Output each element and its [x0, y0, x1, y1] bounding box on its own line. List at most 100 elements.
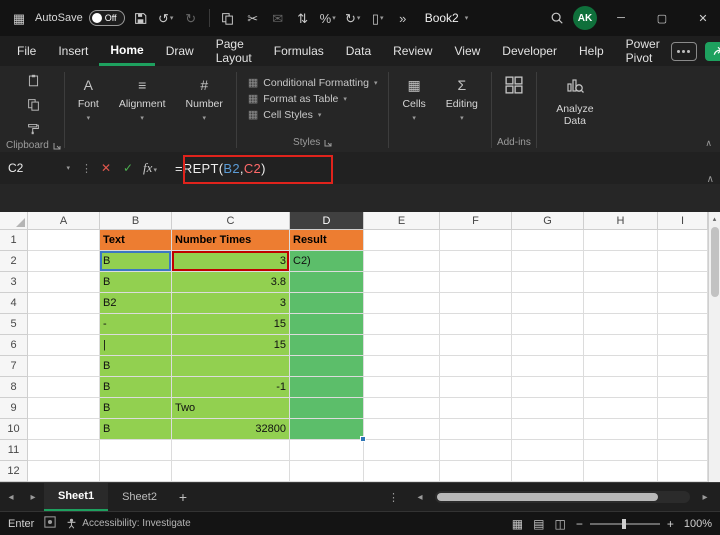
- editing-group-button[interactable]: Σ Editing ▾: [436, 70, 488, 150]
- cell-D7[interactable]: [290, 356, 364, 377]
- row-header-4[interactable]: 4: [0, 293, 28, 314]
- normal-view-icon[interactable]: ▦: [512, 517, 523, 531]
- hscroll-left-icon[interactable]: ◂: [409, 492, 431, 503]
- cell-I3[interactable]: [658, 272, 708, 293]
- cell-A2[interactable]: [28, 251, 100, 272]
- col-header-C[interactable]: C: [172, 212, 290, 230]
- zoom-slider[interactable]: [590, 523, 660, 525]
- cell-A6[interactable]: [28, 335, 100, 356]
- collapse-ribbon-icon[interactable]: ∧: [705, 138, 712, 149]
- cell-E9[interactable]: [364, 398, 440, 419]
- tab-power-pivot[interactable]: Power Pivot: [615, 36, 671, 66]
- row-header-7[interactable]: 7: [0, 356, 28, 377]
- cell-G12[interactable]: [512, 461, 584, 482]
- cell-styles-button[interactable]: ▦ Cell Styles ▾: [248, 108, 322, 121]
- cell-I4[interactable]: [658, 293, 708, 314]
- cell-I8[interactable]: [658, 377, 708, 398]
- cell-B1[interactable]: Text: [100, 230, 172, 251]
- vertical-scroll-thumb[interactable]: [711, 227, 719, 297]
- cell-A5[interactable]: [28, 314, 100, 335]
- col-header-F[interactable]: F: [440, 212, 512, 230]
- cell-H7[interactable]: [584, 356, 658, 377]
- cell-I12[interactable]: [658, 461, 708, 482]
- col-header-D[interactable]: D: [290, 212, 364, 230]
- macro-record-icon[interactable]: [44, 516, 56, 531]
- cell-E2[interactable]: [364, 251, 440, 272]
- row-header-1[interactable]: 1: [0, 230, 28, 251]
- cell-D3[interactable]: [290, 272, 364, 293]
- cell-B7[interactable]: B: [100, 356, 172, 377]
- add-sheet-button[interactable]: +: [171, 483, 195, 511]
- cell-H9[interactable]: [584, 398, 658, 419]
- cell-A7[interactable]: [28, 356, 100, 377]
- more-sheets-icon[interactable]: ⋮: [382, 491, 405, 504]
- cell-G10[interactable]: [512, 419, 584, 440]
- cell-A1[interactable]: [28, 230, 100, 251]
- cell-I5[interactable]: [658, 314, 708, 335]
- row-header-8[interactable]: 8: [0, 377, 28, 398]
- cell-I11[interactable]: [658, 440, 708, 461]
- cell-B2[interactable]: B: [100, 251, 172, 272]
- cell-B3[interactable]: B: [100, 272, 172, 293]
- tab-draw[interactable]: Draw: [155, 36, 205, 66]
- hscroll-right-icon[interactable]: ▸: [694, 492, 716, 503]
- cell-C11[interactable]: [172, 440, 290, 461]
- name-box[interactable]: C2 ▾: [0, 161, 78, 175]
- cell-G6[interactable]: [512, 335, 584, 356]
- format-as-table-button[interactable]: ▦ Format as Table ▾: [248, 92, 347, 105]
- formula-bar-extension[interactable]: [0, 184, 720, 212]
- cell-E7[interactable]: [364, 356, 440, 377]
- new-document-dropdown-icon[interactable]: ▾: [380, 14, 384, 22]
- col-header-H[interactable]: H: [584, 212, 658, 230]
- cell-E10[interactable]: [364, 419, 440, 440]
- analyze-data-button[interactable]: Analyze Data: [540, 70, 610, 150]
- cancel-icon[interactable]: ✕: [95, 161, 117, 175]
- cells-group-button[interactable]: ▦ Cells ▾: [392, 70, 435, 150]
- cell-F6[interactable]: [440, 335, 512, 356]
- accessibility-status[interactable]: Accessibility: Investigate: [66, 518, 190, 529]
- share-button[interactable]: [705, 42, 720, 61]
- refresh-dropdown-icon[interactable]: ▾: [357, 14, 361, 22]
- cell-E6[interactable]: [364, 335, 440, 356]
- cell-F1[interactable]: [440, 230, 512, 251]
- vertical-scrollbar[interactable]: ▴: [708, 212, 720, 482]
- cell-G3[interactable]: [512, 272, 584, 293]
- tab-formulas[interactable]: Formulas: [263, 36, 335, 66]
- cell-H3[interactable]: [584, 272, 658, 293]
- sheet-nav-right-icon[interactable]: ▸: [22, 483, 44, 511]
- number-format-dropdown-icon[interactable]: ▾: [332, 14, 336, 22]
- cell-H8[interactable]: [584, 377, 658, 398]
- cell-D6[interactable]: [290, 335, 364, 356]
- cell-C2[interactable]: 3: [172, 251, 290, 272]
- cell-A8[interactable]: [28, 377, 100, 398]
- zoom-in-icon[interactable]: +: [667, 517, 674, 531]
- tab-view[interactable]: View: [443, 36, 491, 66]
- insert-function-icon[interactable]: fx▾: [139, 160, 161, 176]
- cell-F2[interactable]: [440, 251, 512, 272]
- cell-A4[interactable]: [28, 293, 100, 314]
- dialog-launcher-icon[interactable]: [324, 139, 332, 147]
- zoom-out-icon[interactable]: −: [576, 517, 583, 531]
- cell-E11[interactable]: [364, 440, 440, 461]
- cell-H4[interactable]: [584, 293, 658, 314]
- tab-insert[interactable]: Insert: [47, 36, 99, 66]
- workbook-title[interactable]: Book2 ▾: [425, 11, 469, 25]
- save-icon[interactable]: [132, 6, 150, 30]
- alignment-group-button[interactable]: ≡ Alignment ▾: [109, 70, 176, 150]
- refresh-icon[interactable]: ↻▾: [344, 6, 362, 30]
- collapse-formula-bar-icon[interactable]: ∧: [707, 174, 714, 185]
- cell-E1[interactable]: [364, 230, 440, 251]
- cell-C6[interactable]: 15: [172, 335, 290, 356]
- name-box-dropdown-icon[interactable]: ▾: [66, 164, 70, 172]
- sort-icon[interactable]: ⇅: [294, 6, 312, 30]
- cell-C9[interactable]: Two: [172, 398, 290, 419]
- cell-E12[interactable]: [364, 461, 440, 482]
- tab-help[interactable]: Help: [568, 36, 615, 66]
- row-header-11[interactable]: 11: [0, 440, 28, 461]
- enter-icon[interactable]: ✓: [117, 161, 139, 175]
- cell-H5[interactable]: [584, 314, 658, 335]
- tab-page-layout[interactable]: Page Layout: [205, 36, 263, 66]
- tab-review[interactable]: Review: [382, 36, 443, 66]
- cell-C4[interactable]: 3: [172, 293, 290, 314]
- number-group-button[interactable]: # Number ▾: [176, 70, 233, 150]
